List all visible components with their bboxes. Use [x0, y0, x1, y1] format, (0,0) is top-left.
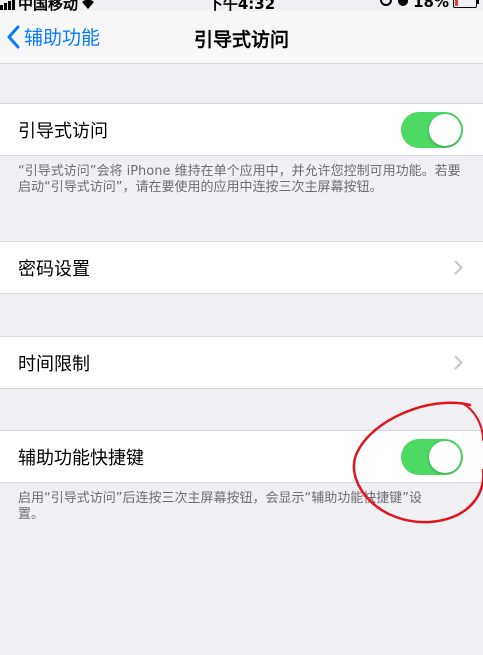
- battery-percent: 18%: [413, 0, 449, 11]
- accessibility-shortcut-switch[interactable]: [401, 438, 463, 475]
- passcode-settings-group: 密码设置: [0, 241, 483, 294]
- accessibility-shortcut-group: 辅助功能快捷键: [0, 430, 483, 483]
- switch-knob: [429, 113, 461, 146]
- status-bar: 中国移动 下午4:32 18%: [0, 0, 483, 13]
- page-title: 引导式访问: [193, 29, 289, 51]
- guided-access-description: “引导式访问”会将 iPhone 维持在单个应用中，并允许您控制可用功能。若要启…: [18, 164, 461, 195]
- switch-knob: [429, 440, 461, 473]
- annotation-circle: [352, 401, 483, 524]
- accessibility-shortcut-description: 启用“引导式访问”后连按三次主屏幕按钮，会显示“辅助功能快捷键”设置。: [18, 491, 422, 522]
- navigation-bar: 辅助功能 引导式访问: [0, 11, 483, 64]
- guided-access-row: 引导式访问: [0, 104, 483, 155]
- time-limits-row[interactable]: 时间限制: [0, 337, 483, 388]
- guided-access-label: 引导式访问: [18, 120, 108, 142]
- passcode-settings-label: 密码设置: [18, 258, 90, 280]
- battery-icon: [453, 0, 479, 8]
- location-icon: [397, 0, 409, 11]
- status-right: 18%: [379, 0, 479, 11]
- rotation-lock-icon: [379, 0, 393, 11]
- guided-access-switch[interactable]: [401, 111, 463, 148]
- guided-access-group: 引导式访问: [0, 103, 483, 156]
- chevron-right-icon: [454, 260, 463, 275]
- chevron-right-icon: [454, 355, 463, 370]
- passcode-settings-row[interactable]: 密码设置: [0, 242, 483, 293]
- accessibility-shortcut-label: 辅助功能快捷键: [18, 447, 144, 469]
- time-limits-group: 时间限制: [0, 336, 483, 389]
- time-limits-label: 时间限制: [18, 353, 90, 375]
- accessibility-shortcut-row: 辅助功能快捷键: [0, 431, 483, 482]
